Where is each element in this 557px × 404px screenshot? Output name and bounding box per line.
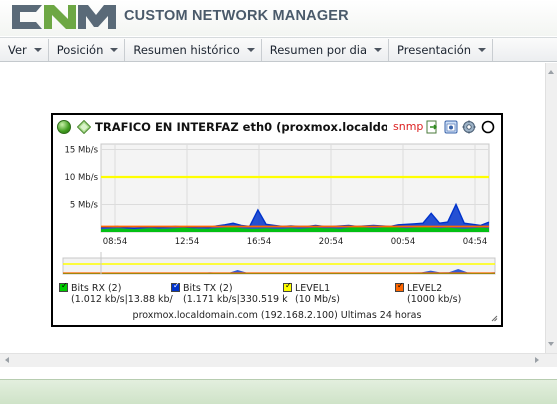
legend-label-level2: LEVEL2 <box>407 283 443 294</box>
resize-grip-icon[interactable] <box>491 315 498 322</box>
widget-header: TRAFICO EN INTERFAZ eth0 (proxmox.locald… <box>53 115 501 141</box>
legend-item-level1: ✓ LEVEL1 <box>283 281 331 294</box>
status-bar <box>0 379 557 404</box>
legend-stats-rx: (1.012 kb/s|13.88 kb/ <box>71 294 173 305</box>
x-tick-label: 20:54 <box>319 237 344 247</box>
traffic-widget[interactable]: TRAFICO EN INTERFAZ eth0 (proxmox.locald… <box>51 113 503 327</box>
x-tick-label: 08:54 <box>103 237 128 247</box>
x-tick-label: 04:54 <box>463 237 488 247</box>
menu-ver[interactable]: Ver <box>0 38 49 61</box>
chevron-down-icon <box>33 47 42 52</box>
menu-bar: Ver Posición Resumen histórico Resumen p… <box>0 37 557 62</box>
horizontal-scrollbar[interactable] <box>0 353 557 367</box>
menu-label: Posición <box>56 42 104 57</box>
chevron-down-icon <box>478 47 487 52</box>
app-title: CUSTOM NETWORK MANAGER <box>124 8 349 24</box>
menu-label: Presentación <box>397 42 472 57</box>
circle-icon[interactable] <box>481 120 495 134</box>
menu-presentacion[interactable]: Presentación <box>389 38 494 61</box>
legend-swatch-rx: ✓ <box>59 281 68 292</box>
widget-footer: proxmox.localdomain.com (192.168.2.100) … <box>132 310 422 321</box>
scroll-up-icon[interactable] <box>548 70 554 74</box>
legend-stats-level1: (10 Mb/s) <box>295 294 340 305</box>
chevron-down-icon <box>374 47 383 52</box>
legend-stats-tx: (1.171 kb/s|330.519 k <box>183 294 288 305</box>
legend-item-rx: ✓ Bits RX (2) <box>59 281 122 294</box>
x-tick-label: 12:54 <box>175 237 200 247</box>
legend-swatch-level1: ✓ <box>283 281 292 292</box>
app-header: CUSTOM NETWORK MANAGER <box>0 0 557 36</box>
widget-title: TRAFICO EN INTERFAZ eth0 (proxmox.locald… <box>95 120 387 134</box>
legend-label-level1: LEVEL1 <box>295 283 331 294</box>
settings-icon[interactable] <box>462 120 476 134</box>
check-icon: ✓ <box>61 281 68 290</box>
check-icon: ✓ <box>285 281 292 290</box>
chevron-down-icon <box>246 47 255 52</box>
snmp-tag: snmp <box>393 120 424 133</box>
legend-stats-level2: (1000 kb/s) <box>407 294 462 305</box>
menu-label: Resumen histórico <box>133 42 240 57</box>
scroll-down-icon[interactable] <box>548 342 554 346</box>
legend-item-level2: ✓ LEVEL2 <box>395 281 443 294</box>
legend-label-tx: Bits TX (2) <box>183 283 233 294</box>
scroll-left-icon[interactable] <box>5 357 9 363</box>
y-tick-label: 10 Mb/s <box>64 173 98 183</box>
x-tick-label: 00:54 <box>391 237 416 247</box>
menu-posicion[interactable]: Posición <box>49 38 126 61</box>
legend-item-tx: ✓ Bits TX (2) <box>171 281 233 294</box>
menu-label: Ver <box>8 42 27 57</box>
chevron-down-icon <box>110 47 119 52</box>
legend-label-rx: Bits RX (2) <box>71 283 122 294</box>
y-tick-label: 15 Mb/s <box>64 146 98 156</box>
menu-label: Resumen por dia <box>269 42 368 57</box>
traffic-chart: 08:54 12:54 16:54 20:54 00:54 04:54 15 Mb/s 10 … <box>62 143 496 275</box>
scroll-right-icon[interactable] <box>535 357 539 363</box>
cnm-logo <box>12 5 116 29</box>
x-tick-label: 16:54 <box>247 237 272 247</box>
check-icon: ✓ <box>173 281 180 290</box>
export-icon[interactable] <box>425 120 439 134</box>
menu-resumen-historico[interactable]: Resumen histórico <box>125 38 262 61</box>
y-tick-label: 5 Mb/s <box>70 201 99 211</box>
diamond-icon <box>77 120 91 134</box>
vertical-scrollbar[interactable] <box>545 63 557 353</box>
legend-swatch-level2: ✓ <box>395 281 404 292</box>
menu-resumen-por-dia[interactable]: Resumen por dia <box>262 38 390 61</box>
status-ok-icon <box>57 120 71 134</box>
check-icon: ✓ <box>397 281 404 290</box>
legend-swatch-tx: ✓ <box>171 281 180 292</box>
calendar-icon[interactable] <box>444 120 458 134</box>
